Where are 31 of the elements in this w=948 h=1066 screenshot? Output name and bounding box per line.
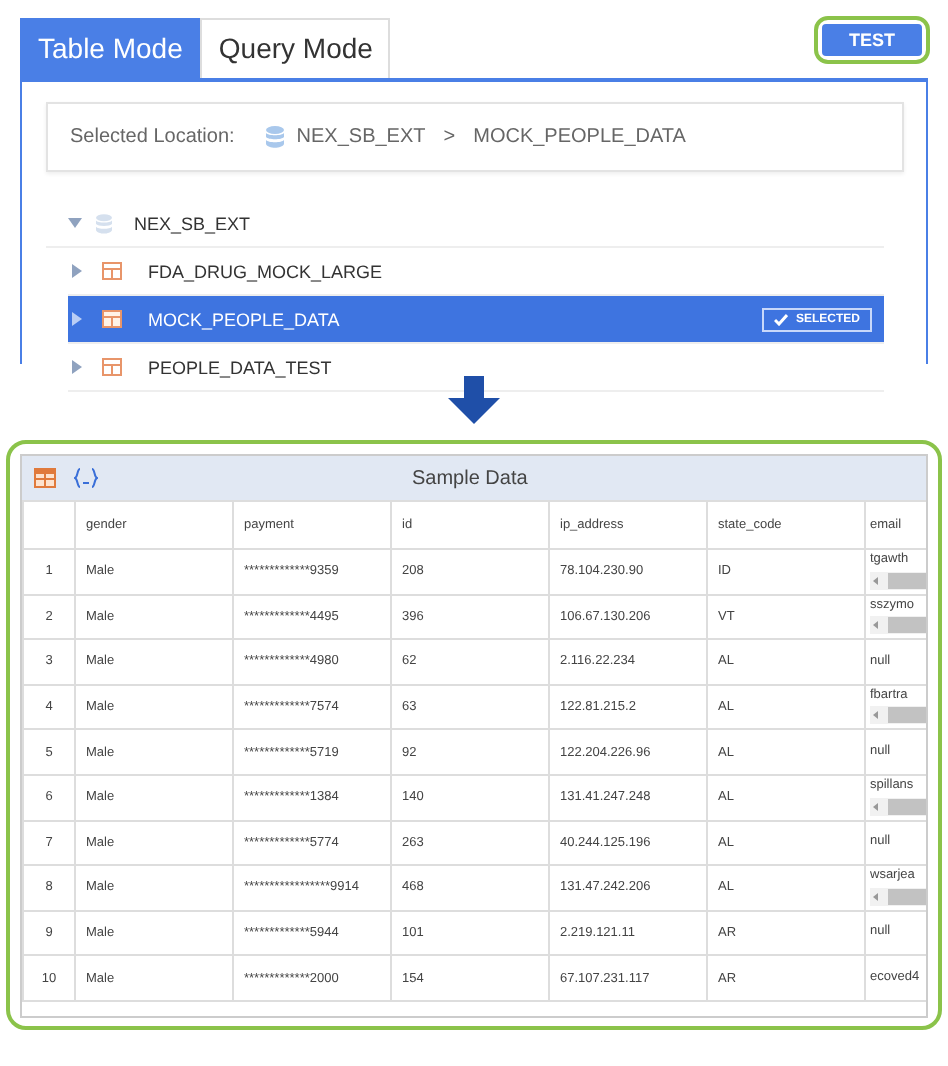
- table-icon: [102, 358, 122, 376]
- tree-item-label: MOCK_PEOPLE_DATA: [148, 309, 340, 329]
- sample-data-title: Sample Data: [412, 467, 528, 489]
- tree-item-label: FDA_DRUG_MOCK_LARGE: [148, 261, 383, 281]
- table-icon[interactable]: [34, 468, 56, 488]
- mode-tab[interactable]: Table Mode: [20, 18, 201, 78]
- caret-icon[interactable]: [68, 216, 82, 230]
- database-icon: [96, 213, 112, 233]
- horizontal-scrollbar[interactable]: [870, 706, 926, 725]
- horizontal-scrollbar[interactable]: [870, 797, 926, 816]
- json-braces-icon[interactable]: [74, 468, 98, 488]
- table-icon: [102, 310, 122, 328]
- tree-item-label: NEX_SB_EXT: [134, 213, 251, 233]
- horizontal-scrollbar[interactable]: [870, 887, 926, 906]
- down-arrow-icon: [448, 376, 500, 424]
- location-path-item[interactable]: MOCK_PEOPLE_DATA: [473, 126, 686, 148]
- horizontal-scrollbar[interactable]: [870, 571, 926, 590]
- tree-item-label: PEOPLE_DATA_TEST: [148, 357, 332, 377]
- mode-tab[interactable]: Query Mode: [200, 18, 391, 78]
- check-icon: [773, 313, 788, 325]
- location-path-item[interactable]: NEX_SB_EXT: [296, 126, 426, 148]
- location-label: Selected Location:: [70, 126, 235, 148]
- caret-icon[interactable]: [70, 264, 84, 278]
- caret-icon[interactable]: [70, 312, 84, 326]
- table-icon: [102, 262, 122, 280]
- horizontal-scrollbar[interactable]: [870, 616, 926, 635]
- test-button[interactable]: TEST: [822, 24, 922, 56]
- tree-item[interactable]: NEX_SB_EXT: [46, 200, 884, 248]
- database-icon: [266, 126, 285, 148]
- caret-icon[interactable]: [70, 360, 84, 374]
- path-separator: >: [443, 126, 456, 148]
